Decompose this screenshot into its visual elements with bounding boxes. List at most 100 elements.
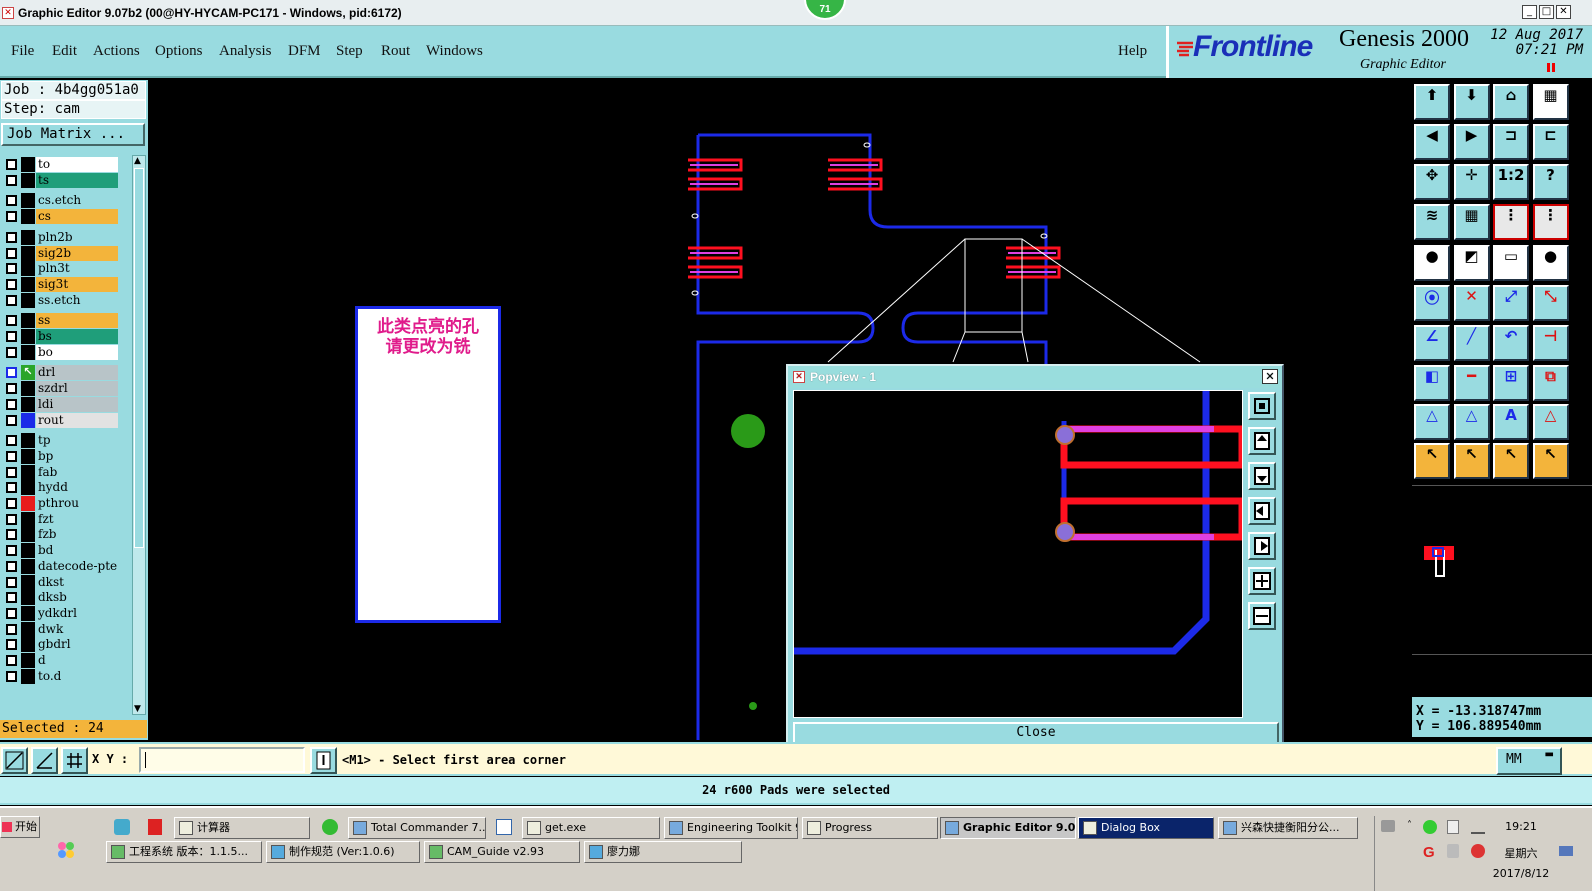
feature-tool-button[interactable]: ⧉ (1532, 365, 1569, 401)
layer-color-swatch[interactable] (21, 276, 35, 292)
tray-icon[interactable] (1471, 844, 1485, 858)
popview-zoom-out-button[interactable] (1248, 602, 1276, 630)
layer-color-swatch[interactable] (21, 433, 35, 449)
layer-checkbox[interactable] (6, 159, 17, 170)
layer-row-bo[interactable]: bo (1, 344, 123, 360)
tray-g-icon[interactable]: G (1423, 844, 1435, 861)
popview-pan-left-button[interactable] (1248, 497, 1276, 525)
pad-add-tool-button[interactable]: ◧ (1414, 365, 1450, 401)
tray-expand-icon[interactable]: ˄ (1407, 820, 1412, 831)
layer-checkbox[interactable] (6, 263, 17, 275)
units-dropdown[interactable]: MM ▬ (1496, 747, 1562, 775)
slash-tool-button[interactable]: ╱ (1453, 325, 1490, 361)
layer-name[interactable]: to.d (36, 668, 118, 684)
close-window-button[interactable]: ✕ (1556, 5, 1571, 19)
layer-checkbox[interactable] (6, 294, 17, 306)
layer-row-pln2b[interactable]: pln2b (1, 229, 123, 245)
layer-color-swatch[interactable] (21, 344, 35, 360)
xy-input[interactable] (139, 747, 305, 773)
menu-options[interactable]: Options (155, 43, 203, 60)
layer-checkbox[interactable] (6, 545, 17, 557)
layer-color-swatch[interactable]: ↖ (21, 365, 35, 381)
layer-name[interactable]: ss (36, 313, 118, 329)
layer-row-to-d[interactable]: to.d (1, 668, 123, 684)
popview-pan-down-button[interactable] (1248, 462, 1276, 490)
pan-left-tool-button[interactable]: ◀ (1414, 124, 1450, 160)
triangle-edit-tool-button[interactable]: △ (1453, 404, 1490, 440)
ratio-1-2-tool-button[interactable]: 1:2 (1493, 164, 1529, 200)
layer-name[interactable]: cs.etch (36, 193, 118, 209)
layer-checkbox[interactable] (6, 367, 17, 379)
layer-name[interactable]: tp (36, 433, 118, 449)
taskbar-button[interactable]: 廖力娜 (584, 841, 742, 863)
pointer-select-tool-button[interactable]: ↖ (1453, 443, 1490, 479)
clock-time[interactable]: 19:21 (1495, 820, 1547, 833)
layer-row-d[interactable]: d (1, 653, 123, 668)
layer-name[interactable]: szdrl (36, 381, 118, 397)
layer-row-ts[interactable]: ts (1, 172, 123, 188)
zoom-center-tool-button[interactable]: ✛ (1453, 164, 1490, 200)
minimap[interactable] (1412, 485, 1592, 655)
layer-row-fzb[interactable]: fzb (1, 527, 123, 543)
layer-name[interactable]: bs (36, 329, 118, 344)
layer-name[interactable]: ldi (36, 396, 118, 412)
layer-checkbox[interactable] (6, 529, 17, 541)
layer-checkbox[interactable] (6, 670, 17, 682)
zoom-home-tool-button[interactable]: ⬆ (1414, 84, 1450, 120)
layer-color-swatch[interactable] (21, 621, 35, 637)
layer-row-ydkdrl[interactable]: ydkdrl (1, 605, 123, 621)
layer-color-swatch[interactable] (21, 193, 35, 209)
layer-name[interactable]: fzb (36, 527, 118, 543)
layer-color-swatch[interactable] (21, 653, 35, 668)
snap-tool-button[interactable]: ◩ (1453, 245, 1490, 281)
layer-color-swatch[interactable] (21, 229, 35, 245)
layer-name[interactable]: bp (36, 448, 118, 464)
menu-analysis[interactable]: Analysis (219, 43, 272, 60)
layer-checkbox[interactable] (6, 174, 17, 186)
network-icon[interactable] (1471, 820, 1485, 834)
layer-color-swatch[interactable] (21, 558, 35, 574)
layer-checkbox[interactable] (6, 346, 17, 358)
layer-row-fab[interactable]: fab (1, 464, 123, 480)
undo-tool-button[interactable]: ↶ (1493, 325, 1529, 361)
triangle-fill-tool-button[interactable]: A (1493, 404, 1529, 440)
measure-tool-button[interactable]: ⊞ (1493, 365, 1529, 401)
pdf-icon[interactable] (148, 819, 162, 835)
pointer-box-tool-button[interactable]: ↖ (1493, 443, 1529, 479)
layer-checkbox[interactable] (6, 466, 17, 478)
layer-color-swatch[interactable] (21, 412, 35, 428)
layer-name[interactable]: pthrou (36, 496, 118, 511)
layer-row-ss[interactable]: ss (1, 313, 123, 329)
layer-name[interactable]: fzt (36, 511, 118, 527)
layer-checkbox[interactable] (6, 513, 17, 525)
quick-launch-icon[interactable] (58, 842, 76, 860)
layer-checkbox[interactable] (6, 450, 17, 462)
layer-row-ldi[interactable]: ldi (1, 396, 123, 412)
layer-checkbox[interactable] (6, 655, 17, 666)
layer-name[interactable]: hydd (36, 480, 118, 496)
layer-name[interactable]: cs (36, 209, 118, 225)
ruler-tool-button[interactable]: ▭ (1493, 245, 1529, 281)
layer-color-swatch[interactable] (21, 590, 35, 606)
popview-pan-right-button[interactable] (1248, 532, 1276, 560)
layer-row-to[interactable]: to (1, 157, 123, 172)
layer-checkbox[interactable] (6, 623, 17, 635)
layer-name[interactable]: pln2b (36, 229, 118, 245)
layer-row-bs[interactable]: bs (1, 329, 123, 344)
pan-right-tool-button[interactable]: ▶ (1453, 124, 1490, 160)
layer-color-swatch[interactable] (21, 172, 35, 188)
pointer-tool-button[interactable]: ↖ (1414, 443, 1450, 479)
quick-launch-icon[interactable] (114, 819, 130, 835)
layer-view-tool-button[interactable]: ≋ (1414, 204, 1450, 240)
layer-name[interactable]: dkst (36, 574, 118, 590)
layer-row-cs[interactable]: cs (1, 209, 123, 225)
layer-name[interactable]: ts (36, 172, 118, 188)
taskbar-button[interactable]: get.exe (522, 817, 660, 839)
layer-color-swatch[interactable] (21, 245, 35, 261)
layer-color-swatch[interactable] (21, 261, 35, 277)
layer-name[interactable]: sig3t (36, 276, 118, 292)
layer-color-swatch[interactable] (21, 668, 35, 684)
zoom-extents-tool-button[interactable]: ✥ (1414, 164, 1450, 200)
maximize-button[interactable]: □ (1539, 5, 1554, 19)
popview-close-button[interactable]: Close (793, 722, 1279, 744)
